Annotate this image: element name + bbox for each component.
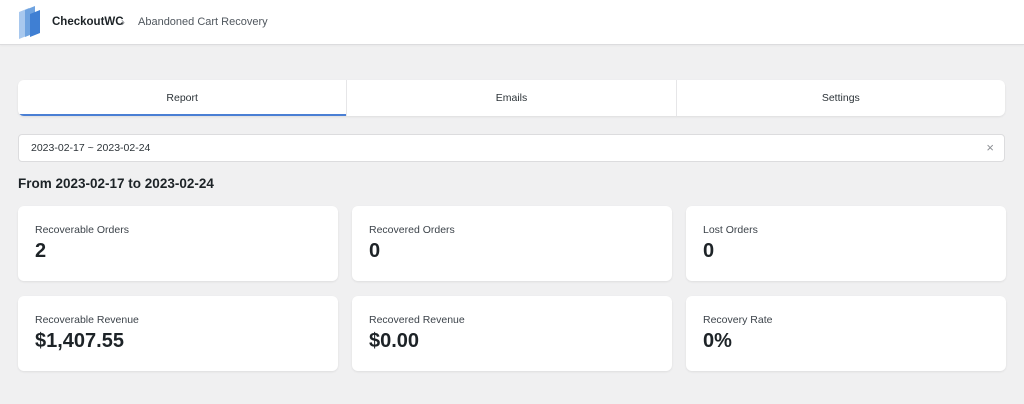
tab-bar: Report Emails Settings xyxy=(18,80,1005,116)
stat-value: $0.00 xyxy=(369,330,420,352)
checkoutwc-logo-icon xyxy=(19,6,40,39)
clear-icon[interactable]: × xyxy=(986,140,994,155)
brand-name[interactable]: CheckoutWC xyxy=(52,16,124,28)
top-bar: CheckoutWC › Abandoned Cart Recovery xyxy=(0,0,1024,45)
stat-card-recovered-revenue: Recovered Revenue $0.00 xyxy=(352,296,672,371)
stat-card-recoverable-revenue: Recoverable Revenue $1,407.55 xyxy=(18,296,338,371)
stat-value: 0 xyxy=(703,240,715,262)
stat-value: 0 xyxy=(369,240,381,262)
breadcrumb-current-page: Abandoned Cart Recovery xyxy=(138,16,268,28)
stat-card-recoverable-orders: Recoverable Orders 2 xyxy=(18,206,338,281)
stat-label: Recovered Revenue xyxy=(369,314,465,326)
stat-card-recovery-rate: Recovery Rate 0% xyxy=(686,296,1006,371)
stat-label: Recoverable Orders xyxy=(35,224,129,236)
stat-card-recovered-orders: Recovered Orders 0 xyxy=(352,206,672,281)
breadcrumb-chevron-icon: › xyxy=(121,15,125,29)
tab-settings[interactable]: Settings xyxy=(677,80,1005,116)
stat-label: Recoverable Revenue xyxy=(35,314,139,326)
stat-value: $1,407.55 xyxy=(35,330,124,352)
date-range-picker[interactable]: 2023-02-17 ~ 2023-02-24 × xyxy=(18,134,1005,162)
stat-value: 2 xyxy=(35,240,47,262)
stat-label: Recovered Orders xyxy=(369,224,455,236)
date-range-value: 2023-02-17 ~ 2023-02-24 xyxy=(31,142,151,154)
stat-card-lost-orders: Lost Orders 0 xyxy=(686,206,1006,281)
stat-label: Lost Orders xyxy=(703,224,758,236)
tab-report[interactable]: Report xyxy=(18,80,348,116)
tab-emails[interactable]: Emails xyxy=(347,80,677,116)
date-range-heading: From 2023-02-17 to 2023-02-24 xyxy=(18,176,214,191)
stat-label: Recovery Rate xyxy=(703,314,773,326)
stat-value: 0% xyxy=(703,330,732,352)
